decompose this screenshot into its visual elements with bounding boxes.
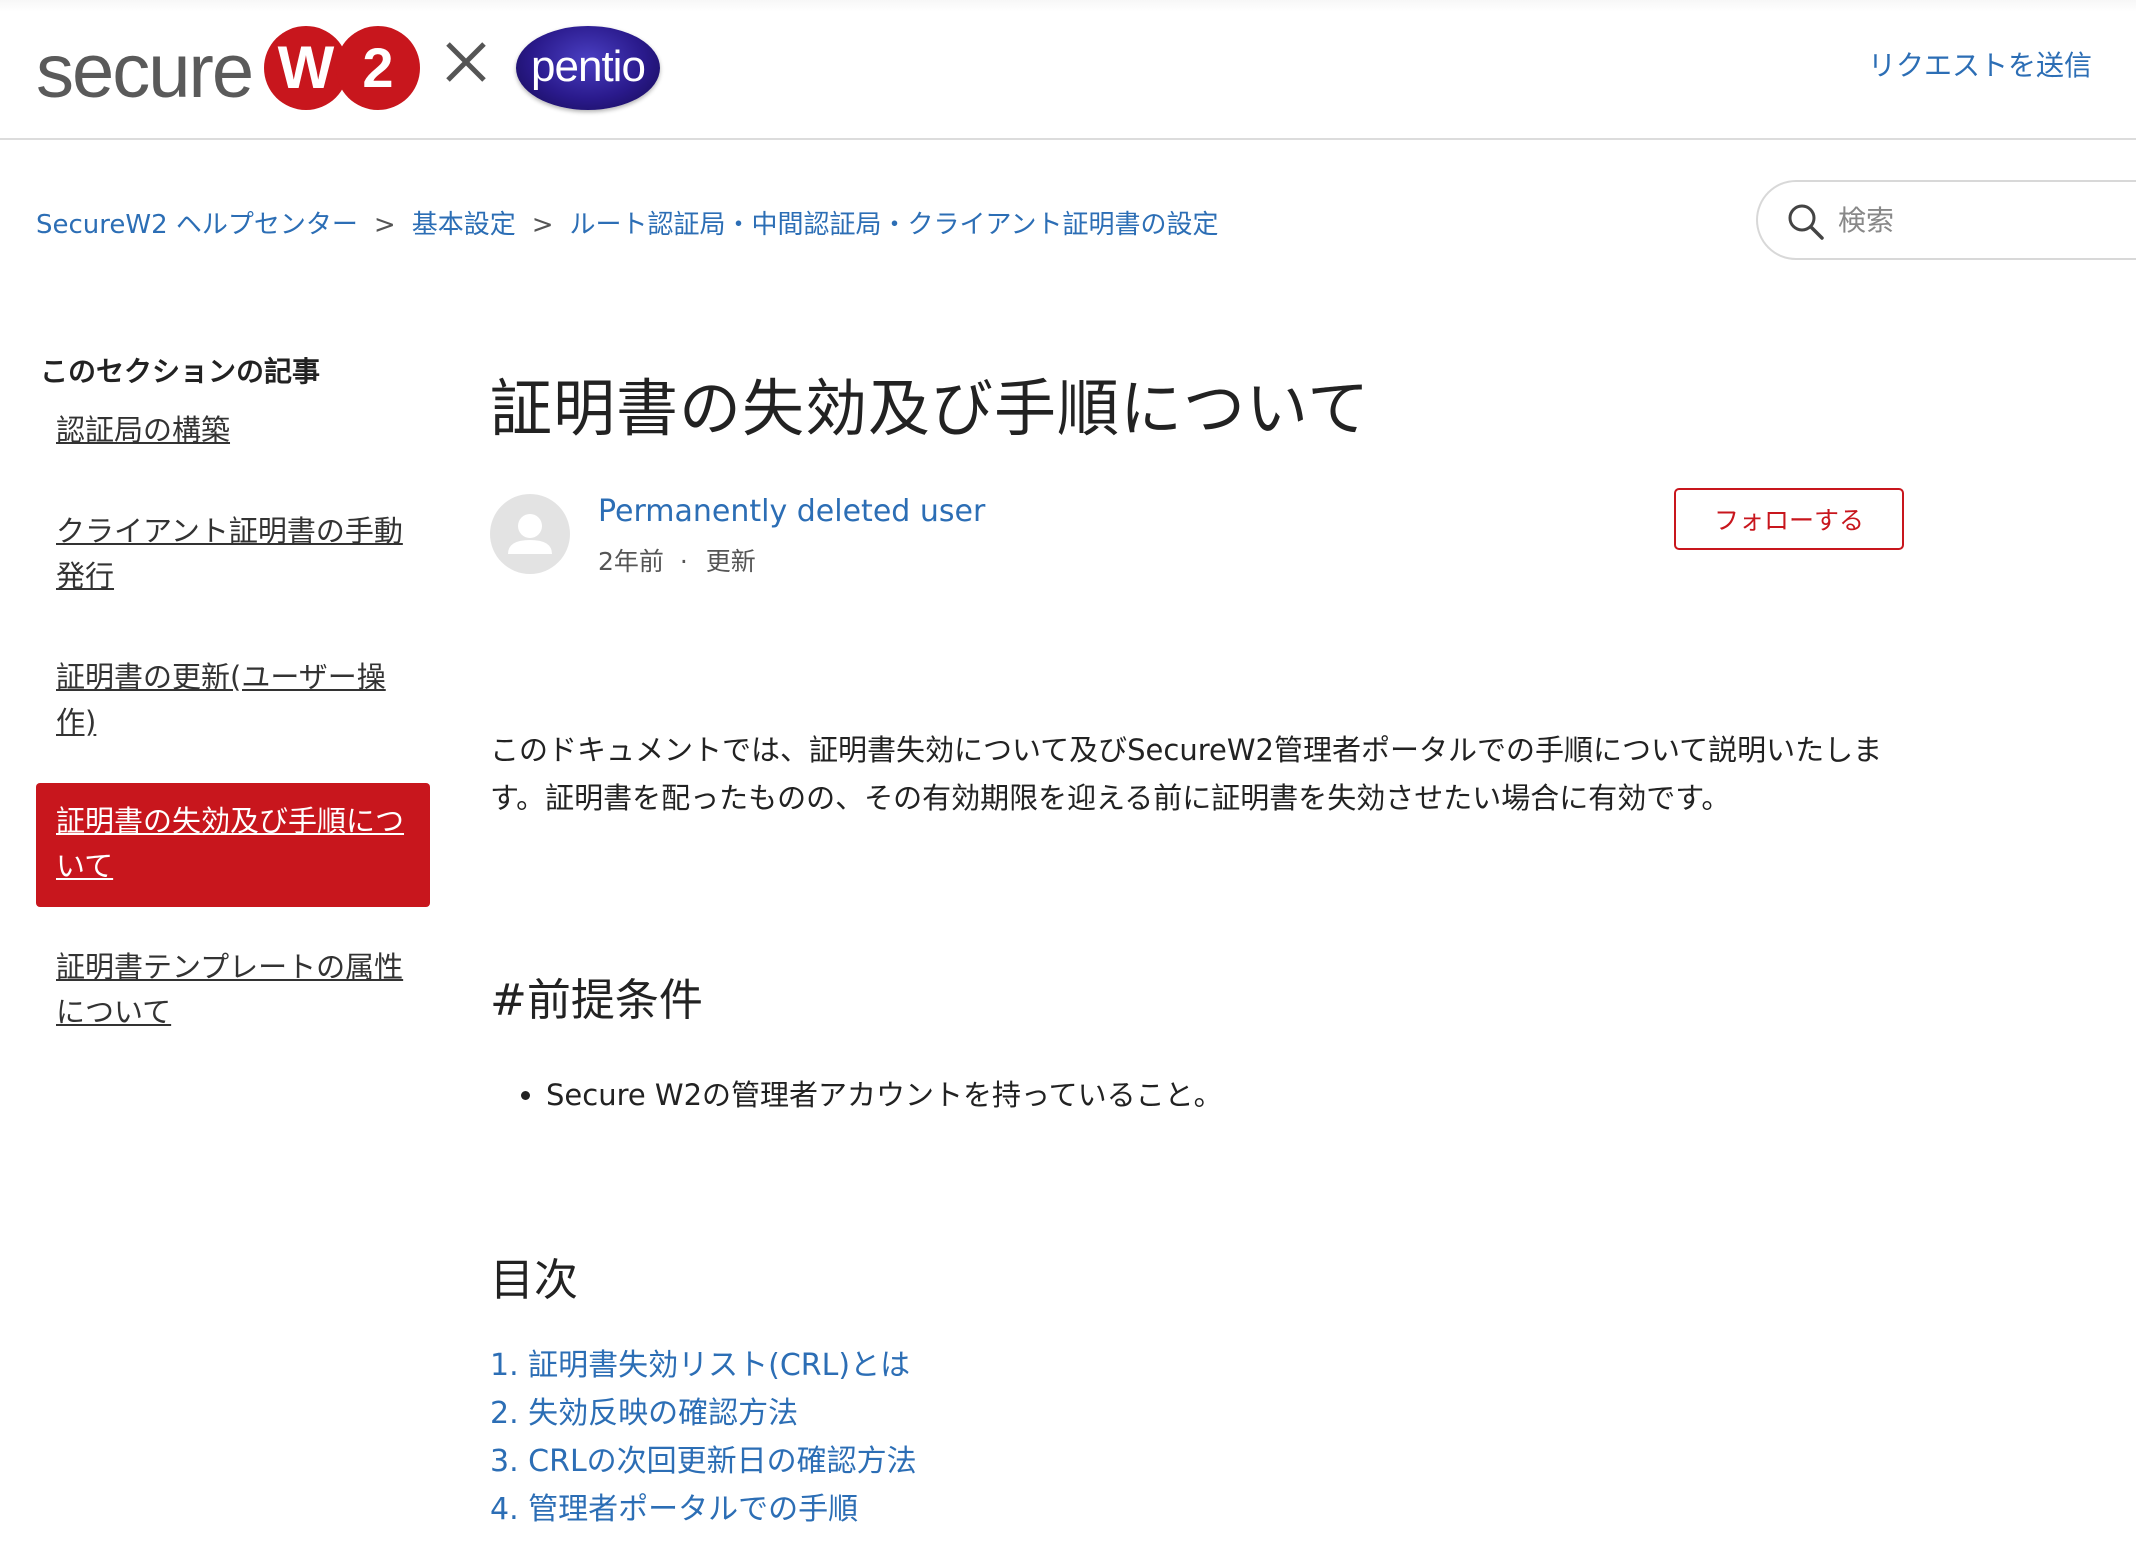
article-meta: 2年前 · 更新 xyxy=(598,542,756,578)
breadcrumb: SecureW2 ヘルプセンター > 基本設定 > ルート認証局・中間認証局・クライアン… xyxy=(36,204,1218,241)
author-link[interactable]: Permanently deleted user xyxy=(598,494,985,529)
avatar xyxy=(490,494,570,574)
user-avatar-icon xyxy=(508,514,552,554)
sidebar-item-manual-issue[interactable]: クライアント証明書の手動発行 xyxy=(36,509,430,599)
times-icon xyxy=(446,42,486,82)
search-icon xyxy=(1788,204,1824,240)
logo-2-circle: 2 xyxy=(336,26,420,110)
article-age: 2年前 xyxy=(598,547,664,576)
table-of-contents: 1. 証明書失効リスト(CRL)とは 2. 失効反映の確認方法 3. CRLの次… xyxy=(490,1342,917,1534)
breadcrumb-separator: > xyxy=(531,210,554,240)
sidebar-title: このセクションの記事 xyxy=(40,355,321,388)
updated-label: 更新 xyxy=(705,547,756,576)
logo-secure-text: secure xyxy=(36,29,254,114)
toc-heading: 目次 xyxy=(490,1255,578,1306)
search-box[interactable] xyxy=(1756,180,2136,260)
article-intro: このドキュメントでは、証明書失効について及びSecureW2管理者ポータルでの手… xyxy=(490,733,1883,815)
prerequisites-heading: #前提条件 xyxy=(490,975,703,1026)
pentio-logo-text: pentio xyxy=(531,42,646,91)
page: secure W 2 pentio リクエストを送信 SecureW2 ヘルプセ… xyxy=(0,0,2136,1552)
sidebar-item-template-attributes[interactable]: 証明書テンプレートの属性について xyxy=(36,945,430,1035)
breadcrumb-separator: > xyxy=(373,210,396,240)
sidebar-item-revocation-active[interactable]: 証明書の失効及び手順について xyxy=(36,783,430,907)
article-title: 証明書の失効及び手順について xyxy=(490,372,1371,445)
search-input[interactable] xyxy=(1838,196,2118,244)
breadcrumb-item-basic-settings[interactable]: 基本設定 xyxy=(412,210,516,240)
breadcrumb-item-ca-settings[interactable]: ルート認証局・中間認証局・クライアント証明書の設定 xyxy=(570,210,1219,240)
follow-button[interactable]: フォローする xyxy=(1674,488,1904,550)
site-header: secure W 2 pentio リクエストを送信 xyxy=(0,0,2136,140)
meta-separator: · xyxy=(679,547,688,576)
toc-item-crl-next-update[interactable]: 3. CRLの次回更新日の確認方法 xyxy=(490,1438,917,1486)
sidebar-item-build-ca[interactable]: 認証局の構築 xyxy=(36,408,430,453)
breadcrumb-item-helpcenter[interactable]: SecureW2 ヘルプセンター xyxy=(36,210,358,240)
toc-item-crl[interactable]: 1. 証明書失効リスト(CRL)とは xyxy=(490,1342,917,1390)
prerequisites-list: Secure W2の管理者アカウントを持っていること。 xyxy=(546,1072,1223,1114)
toc-item-admin-portal-steps[interactable]: 4. 管理者ポータルでの手順 xyxy=(490,1486,917,1534)
toc-item-verify-revocation[interactable]: 2. 失効反映の確認方法 xyxy=(490,1390,917,1438)
sidebar-item-cert-renewal[interactable]: 証明書の更新(ユーザー操作) xyxy=(36,655,430,745)
section-articles-sidebar: このセクションの記事 認証局の構築 クライアント証明書の手動発行 証明書の更新(… xyxy=(36,350,432,1035)
list-item: Secure W2の管理者アカウントを持っていること。 xyxy=(546,1072,1223,1114)
submit-request-link[interactable]: リクエストを送信 xyxy=(1868,44,2092,84)
pentio-logo: pentio xyxy=(516,26,660,110)
